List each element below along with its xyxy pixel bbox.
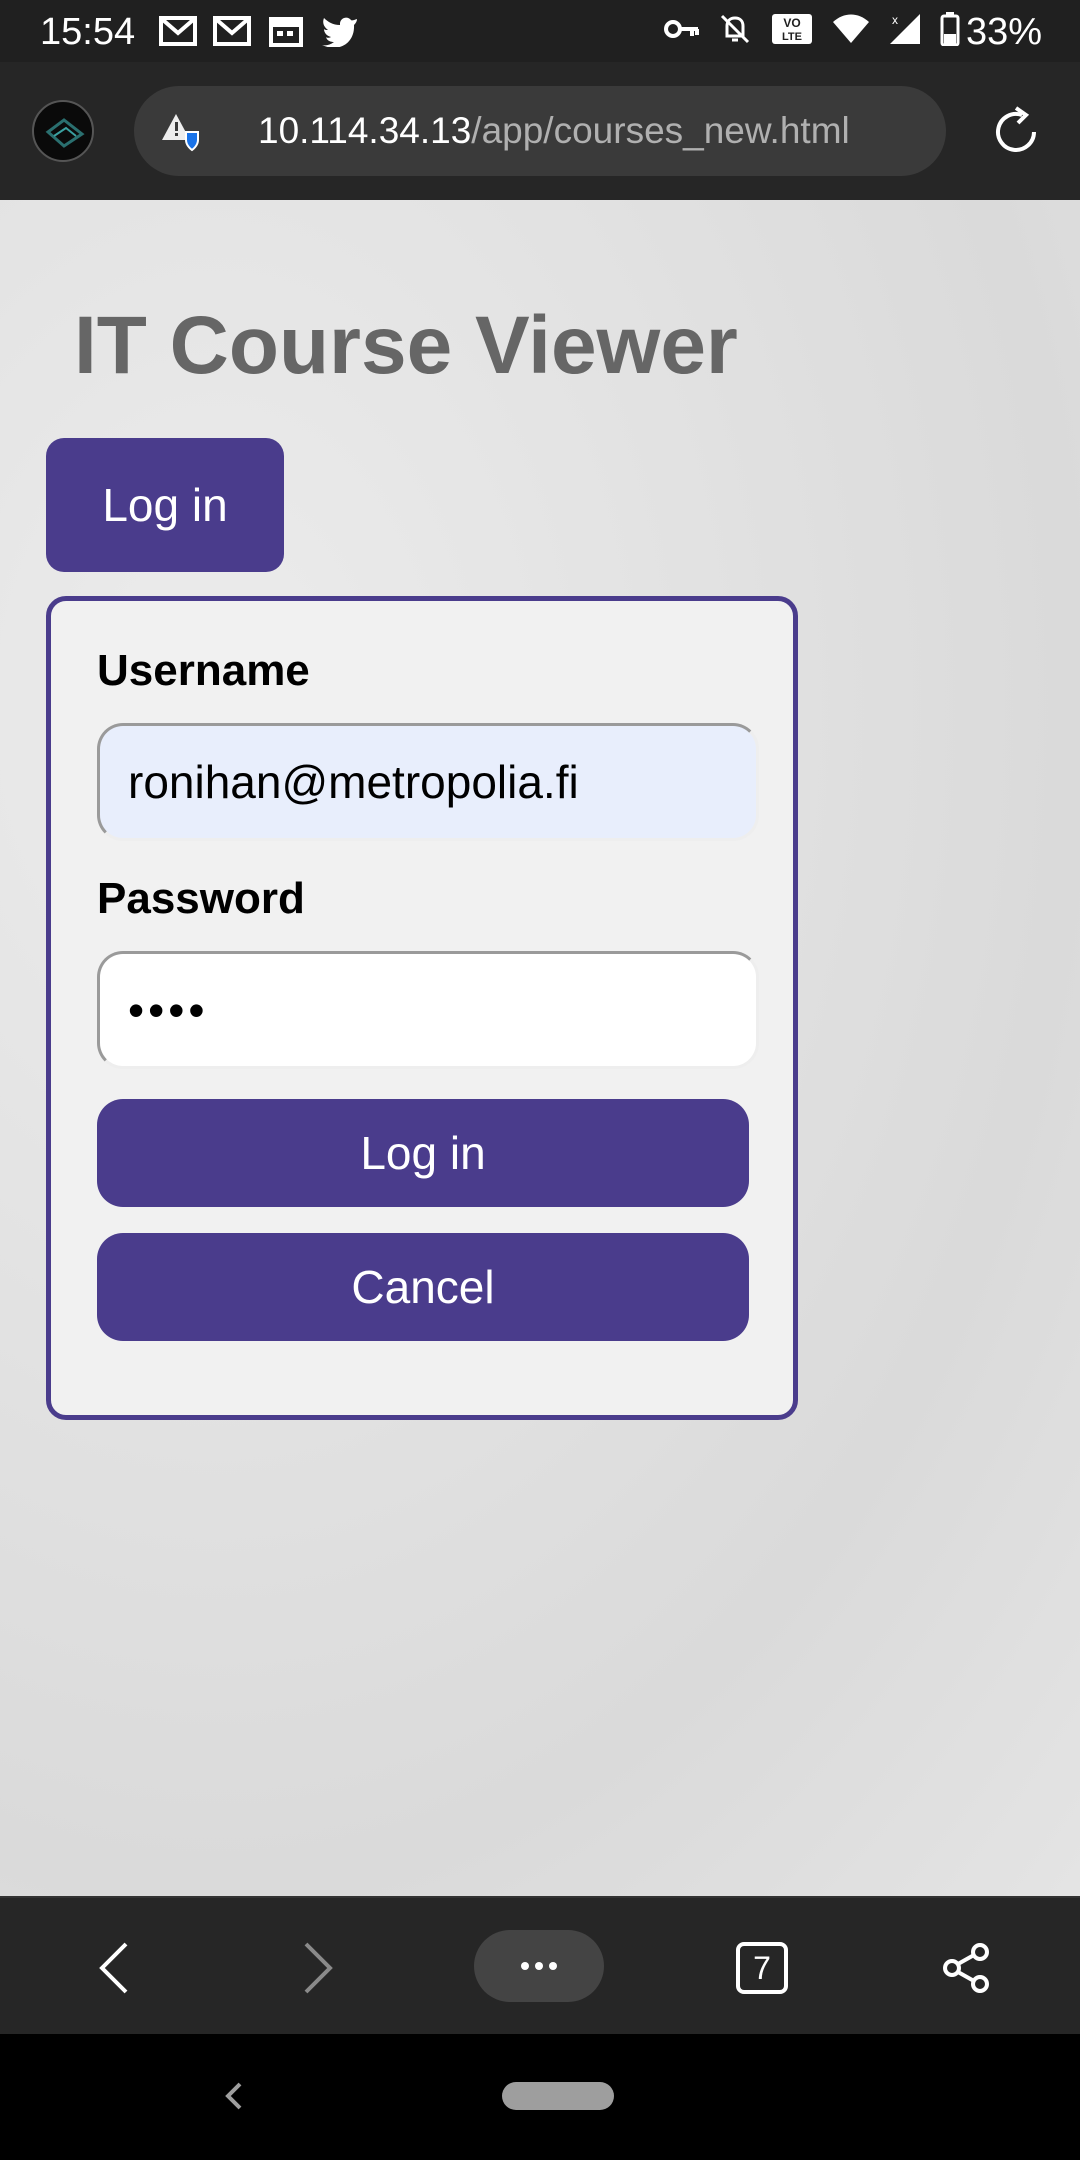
password-label: Password (97, 874, 305, 923)
reload-icon[interactable] (988, 104, 1044, 160)
more-menu-button[interactable] (474, 1930, 604, 2002)
url-path: /app/courses_new.html (471, 110, 850, 151)
tab-count: 7 (736, 1942, 788, 1994)
username-label: Username (97, 646, 310, 695)
calendar-icon (266, 14, 306, 48)
url-text[interactable]: 10.114.34.13/app/courses_new.html (258, 108, 850, 154)
page-content: IT Course Viewer Log in Username ronihan… (0, 200, 1080, 1896)
system-home-pill[interactable] (502, 2082, 614, 2110)
tabs-button[interactable]: 7 (722, 1928, 802, 2008)
login-submit-button[interactable]: Log in (97, 1099, 749, 1207)
vpn-key-icon (664, 18, 700, 45)
wifi-icon (832, 14, 870, 49)
login-form: Username ronihan@metropolia.fi Password … (46, 596, 798, 1420)
gmail-icon (212, 14, 252, 48)
back-icon[interactable] (74, 1928, 154, 2008)
gmail-icon (158, 14, 198, 48)
signal-icon: x (888, 12, 922, 51)
header-login-button[interactable]: Log in (46, 438, 284, 572)
bell-off-icon (718, 12, 752, 51)
page-title: IT Course Viewer (74, 300, 738, 391)
status-time: 15:54 (40, 11, 136, 53)
share-icon[interactable] (926, 1928, 1006, 2008)
twitter-icon (320, 14, 360, 48)
volte-icon: VO LTE (770, 12, 814, 51)
battery-icon (940, 12, 960, 51)
system-navigation-bar (0, 2034, 1080, 2160)
username-input[interactable]: ronihan@metropolia.fi (97, 723, 759, 841)
password-input[interactable]: •••• (97, 951, 759, 1069)
svg-text:x: x (892, 13, 898, 27)
notification-icons (158, 14, 360, 48)
battery-percent: 33% (965, 11, 1042, 53)
site-logo-icon[interactable] (32, 100, 94, 162)
svg-text:VO: VO (783, 16, 800, 30)
forward-icon[interactable] (278, 1928, 358, 2008)
cancel-button[interactable]: Cancel (97, 1233, 749, 1341)
system-back-icon[interactable] (214, 2074, 254, 2118)
status-bar: 15:54 VO LTE x 33% (0, 0, 1080, 62)
url-host: 10.114.34.13 (258, 110, 472, 151)
address-bar[interactable]: 10.114.34.13/app/courses_new.html (134, 86, 946, 176)
svg-text:LTE: LTE (782, 31, 802, 43)
system-status-icons: VO LTE x (664, 12, 960, 51)
more-dots-icon (521, 1962, 557, 1970)
browser-bottom-bar: 7 (0, 1896, 1080, 2034)
not-secure-warning-icon[interactable] (160, 110, 202, 152)
